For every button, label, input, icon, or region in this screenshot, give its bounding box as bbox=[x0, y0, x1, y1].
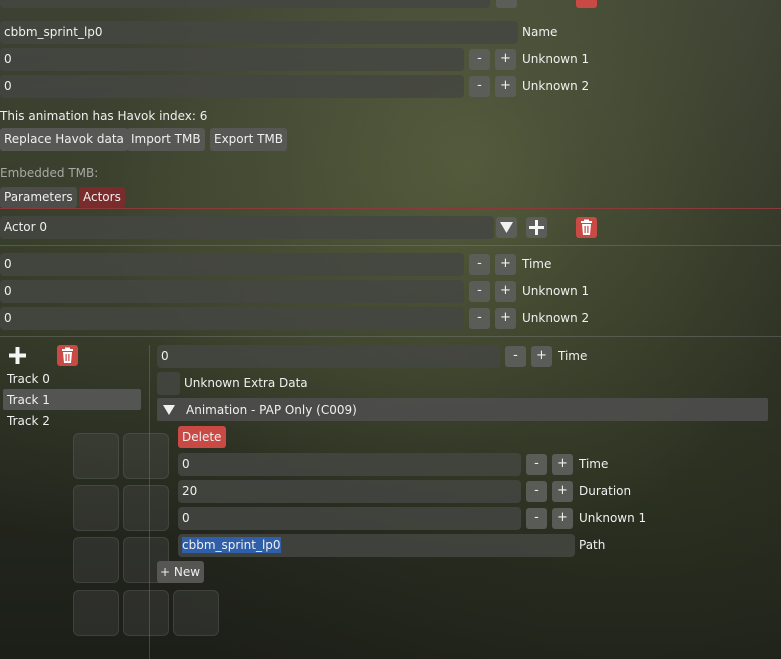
delete-track-button[interactable] bbox=[57, 345, 78, 366]
actor-unknown2-increment-button[interactable]: + bbox=[495, 308, 516, 329]
entry-time-decrement-button[interactable]: - bbox=[526, 454, 547, 475]
background-hotbar-icon bbox=[73, 433, 119, 479]
unknown1-decrement-button[interactable]: - bbox=[469, 49, 490, 70]
track-list-item[interactable]: Track 2 bbox=[7, 414, 50, 428]
background-hotbar-icon bbox=[173, 590, 219, 636]
tracks-divider bbox=[0, 336, 781, 337]
cut-off-delete-icon[interactable] bbox=[576, 0, 597, 8]
unknown2-field[interactable]: 0 bbox=[0, 75, 464, 98]
actor-divider bbox=[0, 245, 781, 246]
actor-time-decrement-button[interactable]: - bbox=[469, 254, 490, 275]
actor-dropdown-button[interactable] bbox=[496, 217, 517, 238]
track-time-field[interactable]: 0 bbox=[157, 345, 500, 368]
actor-unknown1-increment-button[interactable]: + bbox=[495, 281, 516, 302]
actor-time-field[interactable]: 0 bbox=[0, 253, 464, 276]
actor-select[interactable]: Actor 0 bbox=[0, 216, 494, 239]
actor-unknown2-label: Unknown 2 bbox=[522, 311, 590, 325]
entry-path-field[interactable]: cbbm_sprint_lp0 bbox=[178, 534, 575, 557]
add-track-button[interactable] bbox=[7, 345, 28, 366]
tab-parameters[interactable]: Parameters bbox=[0, 187, 77, 208]
entry-time-label: Time bbox=[579, 457, 609, 471]
entry-unknown1-decrement-button[interactable]: - bbox=[526, 508, 547, 529]
background-hotbar-icon bbox=[123, 485, 169, 531]
plus-icon bbox=[9, 347, 26, 364]
entry-unknown1-increment-button[interactable]: + bbox=[552, 508, 573, 529]
track-list-item[interactable]: Track 0 bbox=[7, 372, 50, 386]
actor-unknown1-decrement-button[interactable]: - bbox=[469, 281, 490, 302]
unknown2-increment-button[interactable]: + bbox=[495, 76, 516, 97]
track-list-item[interactable]: Track 1 bbox=[7, 393, 50, 407]
actor-unknown2-decrement-button[interactable]: - bbox=[469, 308, 490, 329]
actor-time-label: Time bbox=[522, 257, 552, 271]
new-entry-button[interactable]: + New bbox=[157, 561, 205, 583]
import-tmb-button[interactable]: Import TMB bbox=[127, 128, 205, 151]
chevron-down-icon bbox=[500, 222, 513, 233]
unknown-extra-data-label: Unknown Extra Data bbox=[184, 376, 308, 390]
background-hotbar-icon bbox=[73, 485, 119, 531]
background-hotbar-icon bbox=[73, 537, 119, 583]
track-time-increment-button[interactable]: + bbox=[531, 346, 552, 367]
unknown-extra-data-checkbox[interactable] bbox=[157, 372, 180, 395]
unknown1-increment-button[interactable]: + bbox=[495, 49, 516, 70]
entry-time-increment-button[interactable]: + bbox=[552, 454, 573, 475]
unknown1-label: Unknown 1 bbox=[522, 52, 590, 66]
tab-actors[interactable]: Actors bbox=[79, 187, 125, 208]
entry-duration-field[interactable]: 20 bbox=[178, 480, 521, 503]
animation-section-title: Animation - PAP Only (C009) bbox=[186, 403, 357, 417]
path-selected-text: cbbm_sprint_lp0 bbox=[182, 537, 281, 553]
entry-time-field[interactable]: 0 bbox=[178, 453, 521, 476]
replace-havok-button[interactable]: Replace Havok data bbox=[0, 128, 128, 151]
trash-icon bbox=[581, 219, 592, 235]
actor-time-increment-button[interactable]: + bbox=[495, 254, 516, 275]
entry-unknown1-label: Unknown 1 bbox=[579, 511, 647, 525]
entry-unknown1-field[interactable]: 0 bbox=[178, 507, 521, 530]
havok-index-info: This animation has Havok index: 6 bbox=[0, 109, 208, 123]
entry-duration-decrement-button[interactable]: - bbox=[526, 481, 547, 502]
export-tmb-button[interactable]: Export TMB bbox=[210, 128, 288, 151]
entry-path-label: Path bbox=[579, 538, 606, 552]
entry-duration-label: Duration bbox=[579, 484, 632, 498]
name-label: Name bbox=[522, 25, 558, 39]
chevron-down-icon bbox=[163, 405, 175, 415]
background-hotbar-icon bbox=[123, 590, 169, 636]
actor-unknown1-label: Unknown 1 bbox=[522, 284, 590, 298]
track-time-decrement-button[interactable]: - bbox=[505, 346, 526, 367]
unknown2-decrement-button[interactable]: - bbox=[469, 76, 490, 97]
plus-icon bbox=[529, 220, 544, 235]
trash-icon bbox=[62, 347, 73, 363]
unknown2-label: Unknown 2 bbox=[522, 79, 590, 93]
delete-button[interactable]: Delete bbox=[178, 426, 227, 448]
cut-off-field[interactable] bbox=[0, 0, 490, 8]
panel-splitter[interactable] bbox=[149, 345, 150, 659]
name-field[interactable]: cbbm_sprint_lp0 bbox=[0, 21, 518, 44]
add-actor-button[interactable] bbox=[526, 217, 547, 238]
embedded-tmb-label: Embedded TMB: bbox=[0, 166, 99, 180]
actor-unknown1-field[interactable]: 0 bbox=[0, 280, 464, 303]
background-hotbar-icon bbox=[123, 433, 169, 479]
track-time-label: Time bbox=[558, 349, 588, 363]
unknown1-field[interactable]: 0 bbox=[0, 48, 464, 71]
background-hotbar-icon bbox=[73, 590, 119, 636]
entry-duration-increment-button[interactable]: + bbox=[552, 481, 573, 502]
tab-underline bbox=[0, 208, 781, 209]
actor-unknown2-field[interactable]: 0 bbox=[0, 307, 464, 330]
delete-actor-button[interactable] bbox=[576, 217, 597, 238]
cut-off-button[interactable] bbox=[496, 0, 517, 8]
